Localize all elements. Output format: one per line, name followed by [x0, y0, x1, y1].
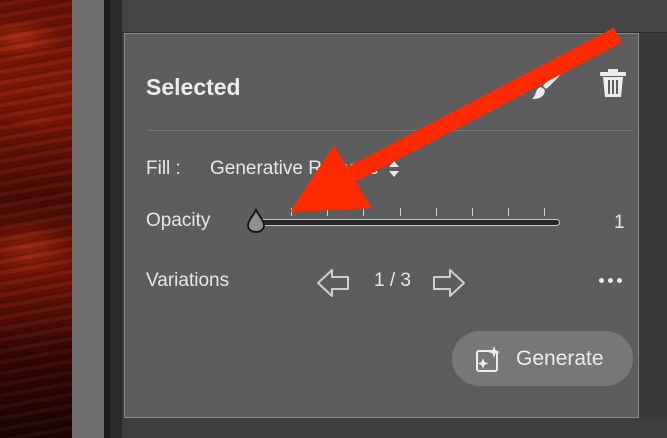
slider-tick — [363, 208, 364, 216]
variations-label: Variations — [146, 270, 230, 291]
more-dot — [599, 277, 604, 283]
variation-counter: 1 / 3 — [374, 270, 411, 291]
photo-canvas-edge — [0, 0, 72, 438]
fill-label: Fill : — [146, 158, 181, 179]
arrow-left-icon[interactable] — [315, 267, 351, 299]
slider-tick — [544, 208, 545, 216]
arrow-right-icon[interactable] — [431, 267, 467, 299]
opacity-slider-thumb[interactable] — [245, 208, 267, 234]
panel-footer-strip — [122, 418, 667, 438]
slider-tick — [400, 208, 401, 216]
selected-mask-panel: Selected Fill : Generative Remove Opacit… — [124, 33, 639, 418]
opacity-value[interactable]: 1 — [614, 212, 625, 234]
trash-icon[interactable] — [597, 67, 629, 99]
slider-tick — [436, 208, 437, 216]
panel-title: Selected — [146, 74, 241, 100]
select-updown-icon — [388, 160, 399, 178]
generate-sparkle-icon — [476, 345, 500, 372]
opacity-label: Opacity — [146, 210, 211, 231]
fill-mode-value: Generative Remove — [210, 158, 379, 179]
brush-icon[interactable] — [530, 67, 564, 101]
panel-gutter — [72, 0, 104, 438]
fill-mode-select[interactable]: Generative Remove — [210, 158, 399, 180]
generate-label: Generate — [516, 346, 604, 370]
more-dot — [608, 277, 613, 283]
section-divider — [147, 130, 633, 131]
slider-tick — [327, 208, 328, 216]
opacity-slider-track[interactable] — [255, 219, 560, 226]
slider-tick — [291, 208, 292, 216]
more-dot — [617, 277, 622, 283]
more-horizontal-icon[interactable] — [599, 270, 629, 290]
slider-tick — [472, 208, 473, 216]
panel-header-strip — [122, 0, 667, 33]
panel-scroll-track — [110, 0, 122, 438]
generate-button[interactable]: Generate — [452, 331, 633, 386]
slider-tick — [508, 208, 509, 216]
